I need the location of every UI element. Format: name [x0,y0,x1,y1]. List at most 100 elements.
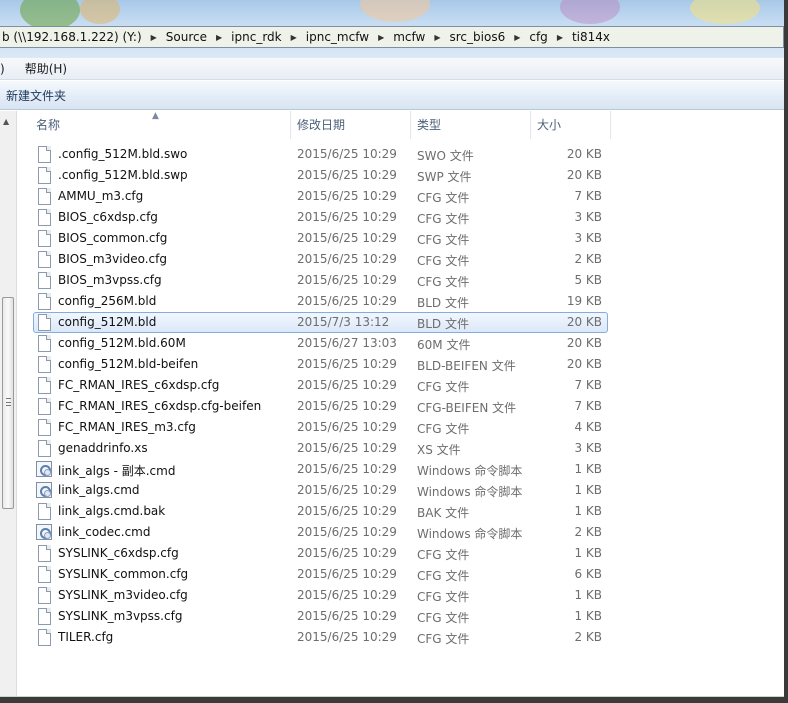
file-type: CFG 文件 [417,212,470,226]
breadcrumb-separator-icon[interactable]: ▶ [431,33,443,42]
breadcrumb-separator-icon[interactable]: ▶ [511,33,523,42]
table-row[interactable]: FC_RMAN_IRES_c6xdsp.cfg-beifen 2015/6/25 … [18,396,784,417]
table-row[interactable]: link_codec.cmd 2015/6/25 10:29 Windows 命令脚… [18,522,784,543]
table-row[interactable]: .config_512M.bld.swp 2015/6/25 10:29 SWP 文… [18,165,784,186]
breadcrumb-item[interactable]: ipnc_rdk [225,30,287,44]
breadcrumb-item[interactable]: b (\\192.168.1.222) (Y:) [2,30,148,44]
menu-item-partial[interactable]: ) [0,62,11,76]
table-row[interactable]: SYSLINK_c6xdsp.cfg 2015/6/25 10:29 CFG 文件 1… [18,543,784,564]
table-row[interactable]: AMMU_m3.cfg 2015/6/25 10:29 CFG 文件 7 KB [18,186,784,207]
table-row[interactable]: TILER.cfg 2015/6/25 10:29 CFG 文件 2 KB [18,627,784,648]
breadcrumb-separator-icon[interactable]: ▶ [554,33,566,42]
table-row[interactable]: BIOS_c6xdsp.cfg 2015/6/25 10:29 CFG 文件 3 KB [18,207,784,228]
menu-item-help[interactable]: 帮助(H) [11,60,73,77]
table-row[interactable]: SYSLINK_m3vpss.cfg 2015/6/25 10:29 CFG 文件 1… [18,606,784,627]
file-date: 2015/6/25 10:29 [297,147,397,161]
document-file-icon [38,314,51,331]
navigation-pane-scrollbar[interactable]: ▲ [0,111,17,696]
file-name: link_algs - 副本.cmd [58,464,176,478]
table-row[interactable]: .config_512M.bld.swo 2015/6/25 10:29 SWO 文… [18,144,784,165]
file-name: genaddrinfo.xs [58,441,148,455]
new-folder-button[interactable]: 新建文件夹 [6,85,66,106]
table-row[interactable]: link_algs - 副本.cmd 2015/6/25 10:29 Windows… [18,459,784,480]
document-file-icon [38,335,51,352]
file-date: 2015/6/25 10:29 [297,189,397,203]
wallpaper-decoration [360,0,430,22]
window-border-right [784,0,788,703]
file-name: link_algs.cmd.bak [58,504,166,518]
file-type: CFG 文件 [417,233,470,247]
file-type: Windows 命令脚本 [417,485,523,499]
file-size: 1 KB [574,504,602,518]
document-file-icon [38,377,51,394]
table-row-selected[interactable]: config_512M.bld 2015/7/3 13:12 BLD 文件 20 KB [18,312,784,333]
file-size: 3 KB [574,210,602,224]
table-row[interactable]: SYSLINK_common.cfg 2015/6/25 10:29 CFG 文件 6… [18,564,784,585]
file-name: SYSLINK_m3video.cfg [58,588,188,602]
scroll-up-icon[interactable]: ▲ [3,117,9,126]
breadcrumb-separator-icon[interactable]: ▶ [375,33,387,42]
file-name: FC_RMAN_IRES_m3.cfg [58,420,196,434]
scrollbar-thumb[interactable] [2,297,14,509]
breadcrumb-separator-icon[interactable]: ▶ [288,33,300,42]
file-date: 2015/7/3 13:12 [297,315,390,329]
file-date: 2015/6/25 10:29 [297,357,397,371]
column-header-size[interactable]: 大小 [531,111,611,139]
table-row[interactable]: link_algs.cmd.bak 2015/6/25 10:29 BAK 文件 1 … [18,501,784,522]
file-list: .config_512M.bld.swo 2015/6/25 10:29 SWO 文… [18,144,784,648]
document-file-icon [38,293,51,310]
wallpaper-decoration [690,0,760,24]
document-file-icon [38,419,51,436]
table-row[interactable]: BIOS_m3vpss.cfg 2015/6/25 10:29 CFG 文件 5 KB [18,270,784,291]
breadcrumb-item[interactable]: Source [160,30,213,44]
column-header-type-label: 类型 [417,118,442,132]
file-date: 2015/6/25 10:29 [297,588,397,602]
file-name: link_algs.cmd [58,483,140,497]
file-name: link_codec.cmd [58,525,151,539]
table-row[interactable]: BIOS_m3video.cfg 2015/6/25 10:29 CFG 文件 2 K… [18,249,784,270]
file-type: Windows 命令脚本 [417,464,523,478]
table-row[interactable]: FC_RMAN_IRES_m3.cfg 2015/6/25 10:29 CFG 文件… [18,417,784,438]
file-size: 5 KB [574,273,602,287]
file-size: 20 KB [566,315,602,329]
toolbar: 新建文件夹 [0,81,784,110]
file-name: SYSLINK_common.cfg [58,567,189,581]
wallpaper-decoration [560,0,620,24]
table-row[interactable]: FC_RMAN_IRES_c6xdsp.cfg 2015/6/25 10:29 CF… [18,375,784,396]
breadcrumb-item[interactable]: ti814x [566,30,616,44]
column-header-name[interactable]: ▲ 名称 [18,111,291,139]
table-row[interactable]: config_512M.bld.60M 2015/6/27 13:03 60M 文件… [18,333,784,354]
file-date: 2015/6/25 10:29 [297,378,397,392]
column-header-type[interactable]: 类型 [411,111,531,139]
file-name: config_512M.bld.60M [58,336,186,350]
file-date: 2015/6/25 10:29 [297,462,397,476]
file-date: 2015/6/25 10:29 [297,420,397,434]
column-header-size-label: 大小 [537,118,562,132]
file-name: BIOS_common.cfg [58,231,168,245]
breadcrumb-separator-icon[interactable]: ▶ [213,33,225,42]
breadcrumb-item[interactable]: ipnc_mcfw [300,30,375,44]
file-size: 1 KB [574,462,602,476]
column-header-date[interactable]: 修改日期 [291,111,411,139]
file-name: SYSLINK_m3vpss.cfg [58,609,183,623]
file-name: BIOS_m3vpss.cfg [58,273,162,287]
column-header-date-label: 修改日期 [297,118,346,132]
table-row[interactable]: link_algs.cmd 2015/6/25 10:29 Windows 命令脚本… [18,480,784,501]
file-name: FC_RMAN_IRES_c6xdsp.cfg [58,378,220,392]
table-row[interactable]: config_256M.bld 2015/6/25 10:29 BLD 文件 19 K… [18,291,784,312]
breadcrumb-item[interactable]: cfg [523,30,553,44]
table-row[interactable]: SYSLINK_m3video.cfg 2015/6/25 10:29 CFG 文件… [18,585,784,606]
table-row[interactable]: genaddrinfo.xs 2015/6/25 10:29 XS 文件 3 KB [18,438,784,459]
file-size: 20 KB [566,336,602,350]
file-date: 2015/6/25 10:29 [297,483,397,497]
address-bar[interactable]: b (\\192.168.1.222) (Y:) ▶ Source ▶ ipnc_rdk… [0,26,784,48]
breadcrumb-item[interactable]: src_bios6 [444,30,512,44]
file-size: 1 KB [574,546,602,560]
breadcrumb-separator-icon[interactable]: ▶ [148,33,160,42]
file-type: 60M 文件 [417,338,471,352]
breadcrumb-item[interactable]: mcfw [387,30,431,44]
table-row[interactable]: BIOS_common.cfg 2015/6/25 10:29 CFG 文件 3 KB [18,228,784,249]
file-type: CFG 文件 [417,569,470,583]
column-header: ▲ 名称 修改日期 类型 大小 [18,111,784,139]
table-row[interactable]: config_512M.bld-beifen 2015/6/25 10:29 BLD… [18,354,784,375]
